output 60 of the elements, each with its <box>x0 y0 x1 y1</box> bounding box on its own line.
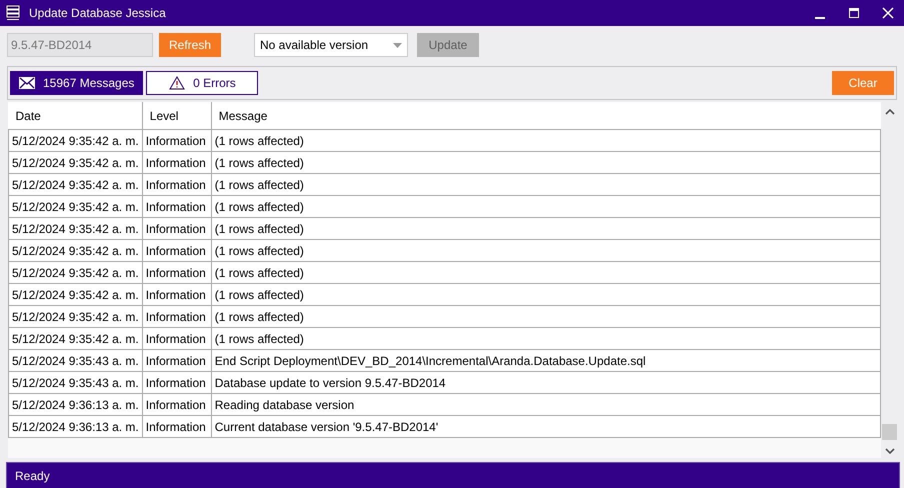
table-cell: Information <box>142 416 212 438</box>
table-cell: Information <box>142 372 212 394</box>
table-cell: (1 rows affected) <box>211 284 880 306</box>
scroll-thumb[interactable] <box>882 424 897 440</box>
table-cell: End Script Deployment\DEV_BD_2014\Incremental\Aranda.Database.Update.sql <box>211 350 880 372</box>
table-cell: (1 rows affected) <box>211 174 880 196</box>
column-header[interactable]: Message <box>211 102 880 130</box>
table-cell: 5/12/2024 9:36:13 a. m. <box>8 416 142 438</box>
table-cell: Database update to version 9.5.47-BD2014 <box>211 372 880 394</box>
table-cell: (1 rows affected) <box>211 218 880 240</box>
table-cell: Information <box>142 262 212 284</box>
table-cell: Information <box>142 306 212 328</box>
column-header[interactable]: Level <box>142 102 212 130</box>
table-cell: (1 rows affected) <box>211 306 880 328</box>
table-cell: 5/12/2024 9:36:13 a. m. <box>8 394 142 416</box>
tab[interactable]: 15967 Messages <box>10 71 144 95</box>
maximize-icon[interactable] <box>848 7 860 19</box>
table-cell: 5/12/2024 9:35:42 a. m. <box>8 130 142 152</box>
scroll-down-icon[interactable] <box>884 448 894 454</box>
warning-icon <box>169 76 186 90</box>
dropdown-arrow-icon[interactable] <box>393 42 402 48</box>
table-cell: Information <box>142 328 212 350</box>
table-cell: Information <box>142 174 212 196</box>
table-cell: 5/12/2024 9:35:42 a. m. <box>8 284 142 306</box>
table-cell: 5/12/2024 9:35:43 a. m. <box>8 350 142 372</box>
column-header[interactable]: Date <box>8 102 142 130</box>
table-cell: Information <box>142 196 212 218</box>
table-cell: Information <box>142 152 212 174</box>
table-cell: Information <box>142 394 212 416</box>
status-text: Ready <box>15 468 50 482</box>
tab[interactable]: 0 Errors <box>146 71 258 95</box>
table-cell: Reading database version <box>211 394 880 416</box>
table-cell: (1 rows affected) <box>211 196 880 218</box>
table-cell: 5/12/2024 9:35:42 a. m. <box>8 306 142 328</box>
table-cell: Information <box>142 350 212 372</box>
table-cell: 5/12/2024 9:35:42 a. m. <box>8 196 142 218</box>
table-cell: (1 rows affected) <box>211 152 880 174</box>
table-cell: 5/12/2024 9:35:42 a. m. <box>8 218 142 240</box>
table-cell: (1 rows affected) <box>211 262 880 284</box>
table-cell: Information <box>142 218 212 240</box>
table-cell: 5/12/2024 9:35:42 a. m. <box>8 152 142 174</box>
table-cell: 5/12/2024 9:35:42 a. m. <box>8 262 142 284</box>
table-cell: 5/12/2024 9:35:43 a. m. <box>8 372 142 394</box>
table-cell: (1 rows affected) <box>211 130 880 152</box>
table-cell: Information <box>142 130 212 152</box>
table-cell: 5/12/2024 9:35:42 a. m. <box>8 328 142 350</box>
table-cell: Current database version '9.5.47-BD2014' <box>211 416 880 438</box>
table-cell: (1 rows affected) <box>211 328 880 350</box>
table-cell: Information <box>142 284 212 306</box>
version-dropdown[interactable]: No available version <box>254 33 408 57</box>
version-field[interactable]: 9.5.47-BD2014 <box>7 33 153 57</box>
table-cell: 5/12/2024 9:35:42 a. m. <box>8 240 142 262</box>
table-cell: (1 rows affected) <box>211 240 880 262</box>
table-cell: Information <box>142 240 212 262</box>
window-title: Update Database Jessica <box>29 6 166 20</box>
envelope-icon <box>19 77 35 89</box>
close-icon[interactable] <box>882 7 894 19</box>
server-icon <box>6 5 20 21</box>
scroll-up-icon[interactable] <box>884 109 894 115</box>
table-cell: 5/12/2024 9:35:42 a. m. <box>8 174 142 196</box>
